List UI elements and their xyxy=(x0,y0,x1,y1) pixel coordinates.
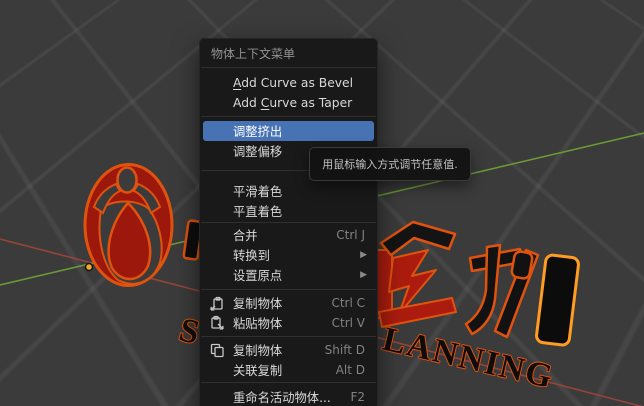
menu-item-add-curve-bevel[interactable]: Add Curve as Bevel xyxy=(203,73,374,93)
brand-latin-text: LANNING xyxy=(379,321,557,396)
menu-item-label: Add Curve as Taper xyxy=(233,96,352,110)
copy-icon xyxy=(209,295,225,311)
menu-item-shortcut: F2 xyxy=(350,390,374,404)
menu-separator xyxy=(201,67,376,68)
menu-separator xyxy=(201,116,376,117)
blender-3d-viewport: S LANNING 物体上下文菜单 Add Curve as Bevel xyxy=(0,0,644,406)
menu-item-shortcut: Ctrl V xyxy=(332,316,374,330)
menu-item-label: 复制物体 xyxy=(233,341,282,359)
menu-item-shortcut: Alt D xyxy=(336,363,374,377)
menu-item-duplicate-objects[interactable]: 复制物体 Shift D xyxy=(203,340,374,360)
menu-item-copy-objects[interactable]: 复制物体 Ctrl C xyxy=(203,293,374,313)
menu-item-label: 调整挤出 xyxy=(233,122,282,140)
menu-item-convert-to[interactable]: 转换到 ▶ xyxy=(203,245,374,265)
menu-item-label: Add Curve as Bevel xyxy=(233,76,353,90)
logo-object[interactable] xyxy=(85,165,172,286)
submenu-arrow-icon: ▶ xyxy=(360,270,367,280)
menu-separator xyxy=(201,289,376,290)
menu-separator xyxy=(201,222,376,223)
menu-item-label: 关联复制 xyxy=(233,361,282,379)
menu-item-label: 设置原点 xyxy=(233,266,282,284)
menu-item-adjust-extrude[interactable]: 调整挤出 xyxy=(203,121,374,141)
tooltip-text: 用鼠标输入方式调节任意值. xyxy=(322,156,458,172)
menu-item-shortcut: Shift D xyxy=(325,343,374,357)
context-menu-title: 物体上下文菜单 xyxy=(200,39,377,67)
menu-separator xyxy=(201,336,376,337)
paste-icon xyxy=(209,315,225,331)
origin-point[interactable] xyxy=(86,264,93,271)
active-selected-object[interactable] xyxy=(536,254,579,345)
menu-item-label: 平滑着色 xyxy=(233,182,282,200)
menu-item-label: 合并 xyxy=(233,226,258,244)
menu-item-shortcut: Ctrl C xyxy=(331,296,374,310)
menu-separator xyxy=(201,382,376,383)
logo-head xyxy=(118,168,137,193)
menu-item-label: 转换到 xyxy=(233,246,270,264)
menu-item-label: 调整偏移 xyxy=(233,142,282,160)
menu-item-paste-objects[interactable]: 粘贴物体 Ctrl V xyxy=(203,313,374,333)
menu-item-shortcut: Ctrl J xyxy=(336,228,374,242)
menu-item-label: 复制物体 xyxy=(233,294,282,312)
duplicate-icon xyxy=(209,342,225,358)
menu-item-rename-active-object[interactable]: 重命名活动物体... F2 xyxy=(203,387,374,406)
menu-item-add-curve-taper[interactable]: Add Curve as Taper xyxy=(203,93,374,113)
object-context-menu: 物体上下文菜单 Add Curve as Bevel Add Curve as … xyxy=(199,38,378,406)
submenu-arrow-icon: ▶ xyxy=(360,250,367,260)
menu-item-duplicate-linked[interactable]: 关联复制 Alt D xyxy=(203,360,374,380)
menu-item-label: 粘贴物体 xyxy=(233,314,282,332)
menu-item-label: 重命名活动物体... xyxy=(233,388,331,406)
menu-item-join[interactable]: 合并 Ctrl J xyxy=(203,225,374,245)
menu-item-shade-flat[interactable]: 平直着色 xyxy=(203,201,374,221)
tooltip: 用鼠标输入方式调节任意值. xyxy=(309,147,471,181)
menu-item-label: 平直着色 xyxy=(233,202,282,220)
menu-item-set-origin[interactable]: 设置原点 ▶ xyxy=(203,265,374,285)
brand-text-object[interactable]: LANNING xyxy=(377,222,579,396)
menu-item-shade-smooth[interactable]: 平滑着色 xyxy=(203,181,374,201)
